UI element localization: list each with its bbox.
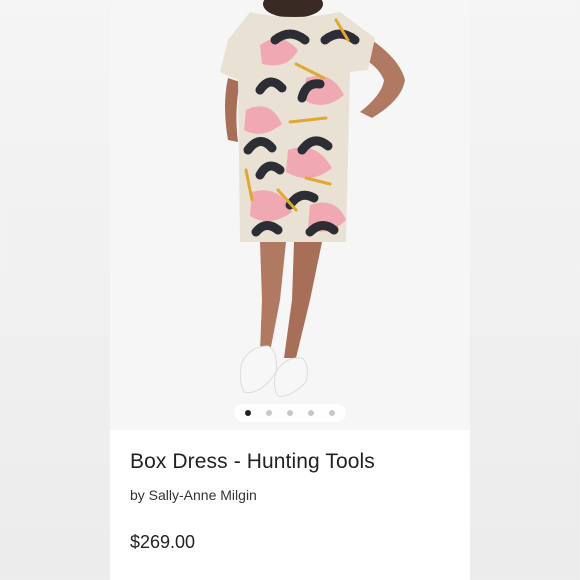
background-right-blur xyxy=(470,0,580,580)
pagination-dot-4[interactable] xyxy=(308,410,314,416)
sneaker-left xyxy=(239,345,277,394)
model-photo xyxy=(220,0,405,397)
leg-left xyxy=(260,242,286,352)
pagination-dot-5[interactable] xyxy=(329,410,335,416)
dress xyxy=(220,12,375,242)
product-byline[interactable]: by Sally-Anne Milgin xyxy=(130,487,257,503)
product-card: Box Dress - Hunting Tools by Sally-Anne … xyxy=(110,0,470,580)
arm-left xyxy=(225,78,240,142)
pagination-dot-2[interactable] xyxy=(266,410,272,416)
hair xyxy=(263,0,323,18)
pagination-dot-3[interactable] xyxy=(287,410,293,416)
leg-right xyxy=(284,242,322,358)
product-title: Box Dress - Hunting Tools xyxy=(130,450,375,473)
product-image[interactable] xyxy=(110,0,470,430)
background-left-blur xyxy=(0,0,110,580)
image-pagination xyxy=(110,404,470,422)
pagination-dot-1[interactable] xyxy=(245,410,251,416)
product-price: $269.00 xyxy=(130,532,196,552)
sneaker-right xyxy=(273,357,308,397)
